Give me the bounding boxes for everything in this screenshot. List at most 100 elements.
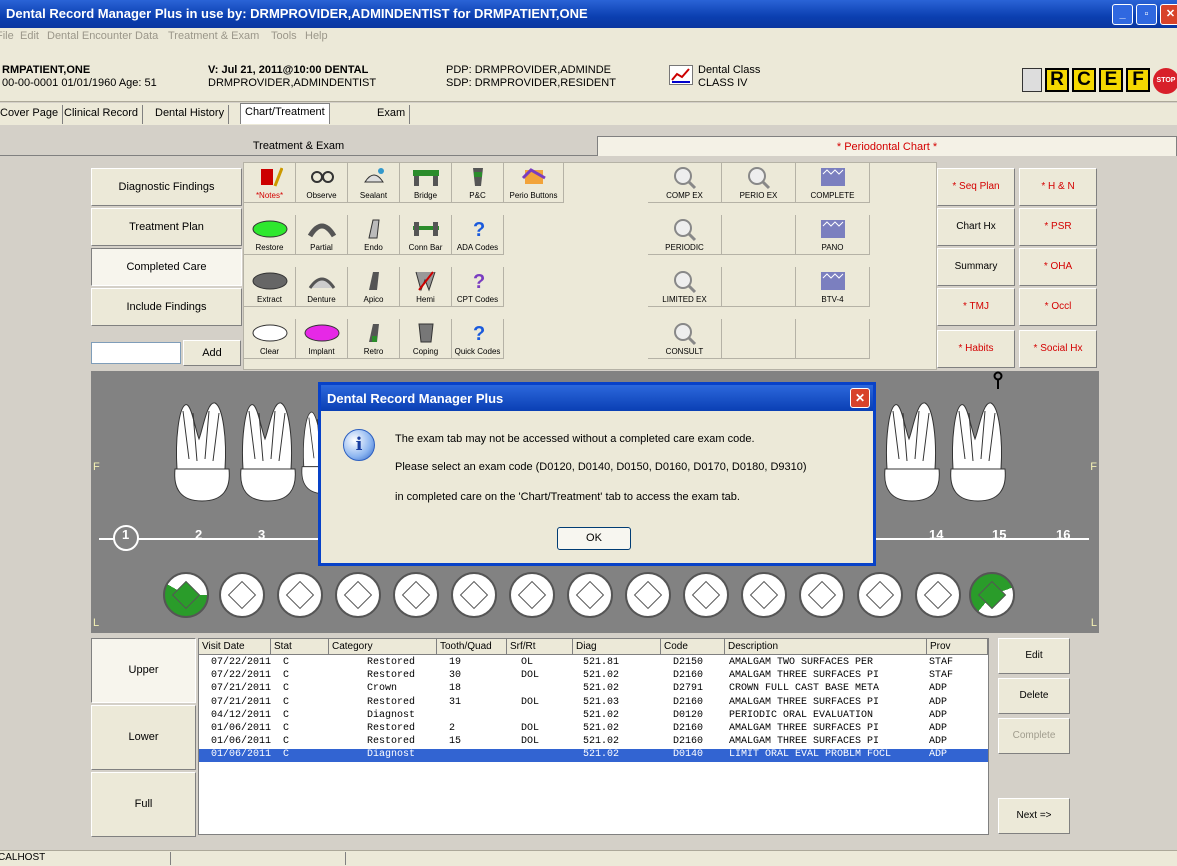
badge-f[interactable]: F [1126,68,1150,92]
social-hx-button[interactable]: * Social Hx [1019,330,1097,368]
complete-exam-tool[interactable]: COMPLETE [796,163,870,203]
treatment-plan-button[interactable]: Treatment Plan [91,208,242,246]
menu-tools[interactable]: Tools [271,30,297,42]
section-treatment-exam[interactable]: Treatment & Exam [0,136,597,156]
occlusal-tooth-12[interactable] [741,572,787,618]
btv4-tool[interactable]: BTV-4 [796,267,870,307]
occlusal-tooth-5[interactable] [335,572,381,618]
chart-hx-button[interactable]: Chart Hx [937,208,1015,246]
tab-exam[interactable]: Exam [373,105,411,124]
completed-care-button[interactable]: Completed Care [91,248,242,286]
tab-chart-treatment[interactable]: Chart/Treatment [240,103,330,124]
calculator-icon[interactable] [1022,68,1042,92]
badge-e[interactable]: E [1099,68,1123,92]
menu-file[interactable]: File [0,30,14,42]
perio-buttons-tool[interactable]: Perio Buttons [504,163,564,203]
tab-dental-history[interactable]: Dental History [151,105,230,124]
observe-tool[interactable]: Observe [296,163,348,203]
key-icon[interactable] [993,371,1003,391]
sealant-tool[interactable]: Sealant [348,163,400,203]
notes-tool[interactable]: *Notes* [244,163,296,203]
clear-tool[interactable]: Clear [244,319,296,359]
occlusal-tooth-16[interactable] [969,572,1015,618]
minimize-button[interactable]: _ [1112,4,1133,25]
col-prov[interactable]: Prov [927,639,988,655]
menu-help[interactable]: Help [305,30,328,42]
occlusal-tooth-4[interactable] [277,572,323,618]
table-row[interactable]: 07/21/2011 C Crown 18 521.02 D2791 CROWN FULL … [199,683,988,696]
consult-tool[interactable]: CONSULT [648,319,722,359]
partial-tool[interactable]: Partial [296,215,348,255]
ok-button[interactable]: OK [557,527,631,550]
section-periodontal-chart[interactable]: * Periodontal Chart * [597,136,1177,156]
denture-tool[interactable]: Denture [296,267,348,307]
h-n-button[interactable]: * H & N [1019,168,1097,206]
extract-tool[interactable]: Extract [244,267,296,307]
table-row[interactable]: 07/22/2011 C Restored 30 DOL 521.02 D2160 AMALG… [199,670,988,683]
table-row[interactable]: 01/06/2011 C Restored 15 DOL 521.02 D2160 AMALG… [199,736,988,749]
col-visit-date[interactable]: Visit Date [199,639,271,655]
tmj-button[interactable]: * TMJ [937,288,1015,326]
psr-button[interactable]: * PSR [1019,208,1097,246]
coping-tool[interactable]: Coping [400,319,452,359]
col-code[interactable]: Code [661,639,725,655]
summary-button[interactable]: Summary [937,248,1015,286]
endo-tool[interactable]: Endo [348,215,400,255]
menu-treatment-exam[interactable]: Treatment & Exam [168,30,259,42]
col-category[interactable]: Category [329,639,437,655]
occlusal-tooth-11[interactable] [683,572,729,618]
tooth-14[interactable] [879,399,945,509]
occlusal-tooth-14[interactable] [857,572,903,618]
table-row[interactable]: 01/06/2011 C Diagnost 521.02 D0140 LIMIT ORAL… [199,749,988,763]
tooth-2[interactable] [235,399,301,509]
habits-button[interactable]: * Habits [937,330,1015,368]
restore-tool[interactable]: Restore [244,215,296,255]
col-description[interactable]: Description [725,639,927,655]
perio-ex-tool[interactable]: PERIO EX [722,163,796,203]
occlusal-tooth-13[interactable] [799,572,845,618]
menu-edit[interactable]: Edit [20,30,39,42]
tab-clinical-record[interactable]: Clinical Record [60,105,143,124]
oha-button[interactable]: * OHA [1019,248,1097,286]
comp-ex-tool[interactable]: COMP EX [648,163,722,203]
col-stat[interactable]: Stat [271,639,329,655]
delete-button[interactable]: Delete [998,678,1070,714]
stop-icon[interactable]: STOP [1153,68,1177,94]
cpt-codes-tool[interactable]: ? CPT Codes [452,267,504,307]
full-arch-button[interactable]: Full [91,772,196,837]
col-tooth-quad[interactable]: Tooth/Quad [437,639,507,655]
occlusal-tooth-3[interactable] [219,572,265,618]
col-srf-rt[interactable]: Srf/Rt [507,639,573,655]
menu-encounter[interactable]: Dental Encounter Data [47,30,158,42]
tooth-number-15[interactable]: 15 [992,527,1006,542]
complete-button[interactable]: Complete [998,718,1070,754]
conn-bar-tool[interactable]: Conn Bar [400,215,452,255]
occlusal-tooth-7[interactable] [451,572,497,618]
diagnostic-findings-button[interactable]: Diagnostic Findings [91,168,242,206]
occl-button[interactable]: * Occl [1019,288,1097,326]
badge-c[interactable]: C [1072,68,1096,92]
tooth-15[interactable] [945,399,1011,509]
tooth-number-3[interactable]: 3 [258,527,265,542]
bridge-tool[interactable]: Bridge [400,163,452,203]
occlusal-tooth-6[interactable] [393,572,439,618]
occlusal-tooth-2[interactable] [163,572,209,618]
maximize-button[interactable]: ▫ [1136,4,1157,25]
table-row[interactable]: 01/06/2011 C Restored 2 DOL 521.02 D2160 AMALGA… [199,723,988,736]
table-row[interactable]: 07/22/2011 C Restored 19 OL 521.81 D2150 AMALGA… [199,657,988,670]
occlusal-tooth-10[interactable] [625,572,671,618]
care-grid[interactable]: Visit Date Stat Category Tooth/Quad Srf/… [198,638,989,835]
table-row[interactable]: 04/12/2011 C Diagnost 521.02 D0120 PERIODIC O… [199,710,988,723]
close-button[interactable]: ✕ [1160,4,1177,25]
tab-cover-page[interactable]: Cover Page [0,105,64,124]
tooth-number-1[interactable]: 1 [122,527,129,542]
pc-tool[interactable]: P&C [452,163,504,203]
pano-tool[interactable]: PANO [796,215,870,255]
include-findings-button[interactable]: Include Findings [91,288,242,326]
add-code-input[interactable] [91,342,181,364]
periodic-tool[interactable]: PERIODIC [648,215,722,255]
seq-plan-button[interactable]: * Seq Plan [937,168,1015,206]
lower-arch-button[interactable]: Lower [91,705,196,770]
edit-button[interactable]: Edit [998,638,1070,674]
limited-ex-tool[interactable]: LIMITED EX [648,267,722,307]
